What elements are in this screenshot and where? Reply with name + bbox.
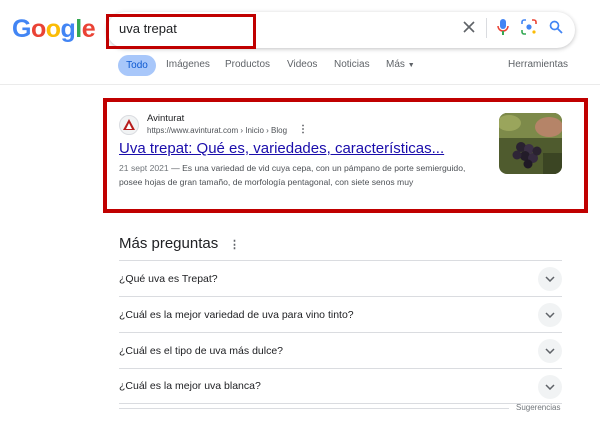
kebab-icon[interactable]: ⋮ — [298, 124, 308, 135]
paa-list: ¿Qué uva es Trepat? ¿Cuál es la mejor va… — [119, 260, 562, 404]
chevron-down-icon[interactable] — [538, 267, 562, 291]
paa-item[interactable]: ¿Cuál es la mejor uva blanca? — [119, 368, 562, 404]
clear-icon[interactable] — [460, 18, 478, 36]
tab-noticias[interactable]: Noticias — [334, 59, 370, 70]
grapes-photo — [499, 113, 562, 174]
paa-question: ¿Cuál es la mejor variedad de uva para v… — [119, 308, 354, 321]
result-snippet-text: — Es una variedad de vid cuya cepa, con … — [119, 163, 466, 187]
query-highlight-box — [106, 14, 256, 49]
chevron-down-icon[interactable] — [538, 375, 562, 399]
result-date: 21 sept 2021 — [119, 163, 169, 173]
search-tabs: Todo Imágenes Productos Videos Noticias … — [118, 55, 568, 77]
tab-todo[interactable]: Todo — [118, 55, 156, 76]
result-thumbnail[interactable] — [499, 113, 562, 174]
result-title-link[interactable]: Uva trepat: Qué es, variedades, caracter… — [119, 140, 444, 157]
avinturat-logo-icon — [123, 119, 135, 130]
chevron-down-icon[interactable] — [538, 339, 562, 363]
paa-question: ¿Cuál es la mejor uva blanca? — [119, 380, 261, 392]
paa-kebab-icon[interactable]: ⋮ — [229, 238, 240, 251]
paa-item[interactable]: ¿Cuál es el tipo de uva más dulce? — [119, 332, 562, 368]
paa-question: ¿Qué uva es Trepat? — [119, 272, 218, 285]
paa-question: ¿Cuál es el tipo de uva más dulce? — [119, 344, 284, 357]
paa-footer-divider — [119, 408, 509, 409]
site-favicon — [119, 115, 139, 135]
paa-item[interactable]: ¿Qué uva es Trepat? — [119, 260, 562, 296]
search-icon[interactable] — [547, 18, 565, 36]
header-divider — [0, 84, 600, 85]
tab-imagenes[interactable]: Imágenes — [166, 59, 210, 70]
tab-herramientas[interactable]: Herramientas — [508, 59, 568, 70]
paa-item[interactable]: ¿Cuál es la mejor variedad de uva para v… — [119, 296, 562, 332]
lens-icon[interactable] — [520, 18, 538, 36]
paa-title: Más preguntas — [119, 235, 219, 252]
tab-videos[interactable]: Videos — [287, 59, 317, 70]
tab-mas[interactable]: Más ▼ — [386, 59, 415, 70]
result-site-name[interactable]: Avinturat — [147, 113, 184, 124]
mic-icon[interactable] — [494, 18, 512, 36]
tab-productos[interactable]: Productos — [225, 59, 270, 70]
caret-down-icon: ▼ — [407, 62, 415, 69]
chevron-down-icon[interactable] — [538, 303, 562, 327]
google-logo[interactable]: Google — [12, 15, 96, 44]
tab-mas-label: Más — [386, 59, 405, 70]
search-divider — [486, 18, 487, 38]
paa-feedback-link[interactable]: Sugerencias — [516, 403, 560, 412]
result-url[interactable]: https://www.avinturat.com › Inicio › Blo… — [147, 126, 287, 135]
result-snippet: 21 sept 2021 — Es una variedad de vid cu… — [119, 161, 489, 197]
